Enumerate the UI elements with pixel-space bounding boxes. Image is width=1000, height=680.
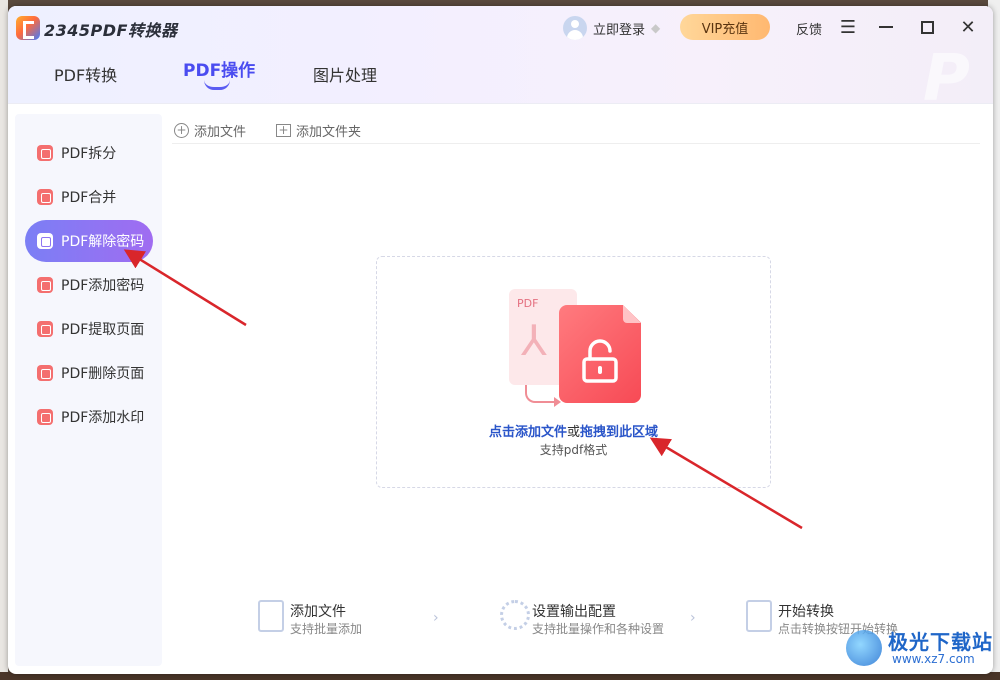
step-subtitle: 支持批量添加: [290, 622, 363, 636]
sidebar-item-label: PDF解除密码: [61, 234, 145, 250]
tab-pdf-operations[interactable]: PDF操作: [183, 56, 255, 81]
add-folder-label: 添加文件夹: [296, 125, 362, 140]
sidebar-item-pdf-split[interactable]: PDF拆分: [25, 132, 153, 174]
vip-recharge-button[interactable]: VIP充值: [680, 14, 770, 40]
active-tab-indicator: [204, 80, 230, 90]
chevron-right-icon: ›: [433, 610, 439, 626]
feedback-link[interactable]: 反馈: [796, 19, 822, 38]
header-pdf-logo-icon: P: [923, 42, 970, 116]
step-subtitle: 支持批量操作和各种设置: [532, 622, 665, 636]
chevron-right-icon: ›: [690, 610, 696, 626]
title-bar: 2345PDF转换器 立即登录 ◆ VIP充值 反馈 ☰ ✕ PDF转换 PDF…: [8, 6, 993, 116]
sidebar-item-label: PDF删除页面: [61, 366, 145, 382]
login-label: 立即登录: [593, 22, 646, 38]
app-title: 2345PDF转换器: [44, 21, 178, 40]
desktop-background-left: [0, 0, 8, 680]
pdf-file-label: PDF: [517, 297, 539, 310]
file-toolbar: + 添加文件 + 添加文件夹: [172, 118, 980, 144]
sidebar-item-pdf-merge[interactable]: PDF合并: [25, 176, 153, 218]
login-button[interactable]: 立即登录 ◆: [563, 16, 660, 40]
watermark-title: 极光下载站: [888, 630, 993, 654]
add-folder-button[interactable]: + 添加文件夹: [276, 121, 361, 140]
acrobat-icon: ⅄: [521, 316, 547, 365]
step-title: 添加文件: [290, 604, 346, 620]
drop-instruction[interactable]: 点击添加文件或拖拽到此区域: [377, 421, 770, 440]
add-document-icon: [258, 600, 284, 632]
sidebar-item-label: PDF添加水印: [61, 410, 145, 426]
minimize-icon[interactable]: [874, 15, 898, 39]
sidebar-item-pdf-add-password[interactable]: PDF添加密码: [25, 264, 153, 306]
merge-icon: [37, 189, 53, 205]
split-icon: [37, 145, 53, 161]
maximize-icon[interactable]: [915, 15, 939, 39]
or-text: 或: [566, 425, 580, 440]
convert-arrow-icon: [525, 385, 561, 407]
sidebar-item-label: PDF合并: [61, 190, 117, 206]
file-drop-zone[interactable]: PDF ⅄ 点击添加文件或拖拽到此区域 支持pdf格式: [376, 256, 771, 488]
tab-image-processing[interactable]: 图片处理: [313, 62, 377, 86]
aurora-logo-icon: [846, 630, 882, 666]
trash-icon: [37, 365, 53, 381]
unlock-icon: [37, 233, 53, 249]
sidebar-item-label: PDF添加密码: [61, 278, 145, 294]
add-circle-icon: +: [174, 123, 189, 138]
add-folder-icon: +: [276, 124, 291, 137]
add-file-button[interactable]: + 添加文件: [174, 121, 246, 140]
file-fold-icon: [623, 305, 641, 323]
lock-icon: [37, 277, 53, 293]
step-title: 设置输出配置: [532, 604, 616, 620]
sidebar: PDF拆分 PDF合并 PDF解除密码 PDF添加密码 PDF提取页面 PDF删…: [15, 114, 162, 666]
supported-format-text: 支持pdf格式: [539, 443, 608, 457]
sidebar-item-label: PDF提取页面: [61, 322, 145, 338]
avatar: [563, 16, 587, 40]
watermark-url: www.xz7.com: [892, 652, 975, 666]
sidebar-item-pdf-remove-password[interactable]: PDF解除密码: [25, 220, 153, 262]
drag-here-text: 拖拽到此区域: [580, 425, 659, 440]
diamond-icon: ◆: [651, 21, 661, 35]
close-icon[interactable]: ✕: [956, 15, 980, 39]
menu-icon[interactable]: ☰: [836, 15, 860, 39]
sidebar-item-pdf-delete-pages[interactable]: PDF删除页面: [25, 352, 153, 394]
sidebar-item-pdf-extract-pages[interactable]: PDF提取页面: [25, 308, 153, 350]
sidebar-item-pdf-add-watermark[interactable]: PDF添加水印: [25, 396, 153, 438]
tab-pdf-convert[interactable]: PDF转换: [54, 62, 117, 86]
extract-icon: [37, 321, 53, 337]
padlock-open-icon: [582, 339, 618, 383]
click-add-file-link[interactable]: 点击添加文件: [489, 425, 567, 440]
site-watermark: 极光下载站 www.xz7.com: [846, 624, 993, 672]
sidebar-item-label: PDF拆分: [61, 146, 117, 162]
gear-icon: [500, 600, 530, 630]
add-file-label: 添加文件: [194, 125, 247, 140]
app-window: 2345PDF转换器 立即登录 ◆ VIP充值 反馈 ☰ ✕ PDF转换 PDF…: [8, 6, 993, 674]
app-logo-icon: [16, 16, 40, 40]
stamp-icon: [37, 409, 53, 425]
step-title: 开始转换: [778, 604, 834, 620]
document-list-icon: [746, 600, 772, 632]
